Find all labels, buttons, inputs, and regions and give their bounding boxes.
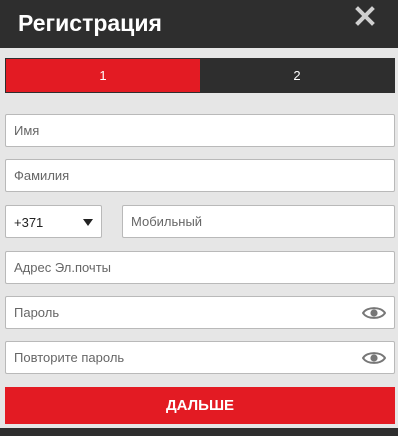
eye-icon[interactable]	[362, 350, 386, 366]
next-button[interactable]: ДАЛЬШЕ	[5, 387, 395, 424]
last-name-field	[5, 159, 395, 192]
last-name-input[interactable]	[6, 160, 394, 191]
close-icon[interactable]	[352, 3, 378, 29]
modal-header: Регистрация	[0, 0, 398, 48]
first-name-field	[5, 114, 395, 147]
chevron-down-icon	[83, 219, 93, 226]
password-field	[5, 296, 395, 329]
registration-modal: Регистрация 1 2 +371 ДАЛЬШ	[0, 0, 398, 436]
step-tab-2[interactable]: 2	[200, 59, 394, 92]
bottom-divider	[0, 428, 398, 436]
email-input[interactable]	[6, 252, 394, 283]
step-tab-1[interactable]: 1	[6, 59, 200, 92]
password-repeat-field	[5, 341, 395, 374]
first-name-input[interactable]	[6, 115, 394, 146]
password-repeat-input[interactable]	[6, 342, 394, 373]
mobile-input[interactable]	[123, 206, 394, 237]
email-field	[5, 251, 395, 284]
phone-code-select[interactable]: +371	[5, 205, 102, 238]
password-input[interactable]	[6, 297, 394, 328]
phone-code-value: +371	[14, 215, 44, 230]
mobile-field	[122, 205, 395, 238]
step-tabs: 1 2	[5, 58, 395, 93]
eye-icon[interactable]	[362, 305, 386, 321]
modal-title: Регистрация	[18, 10, 162, 36]
